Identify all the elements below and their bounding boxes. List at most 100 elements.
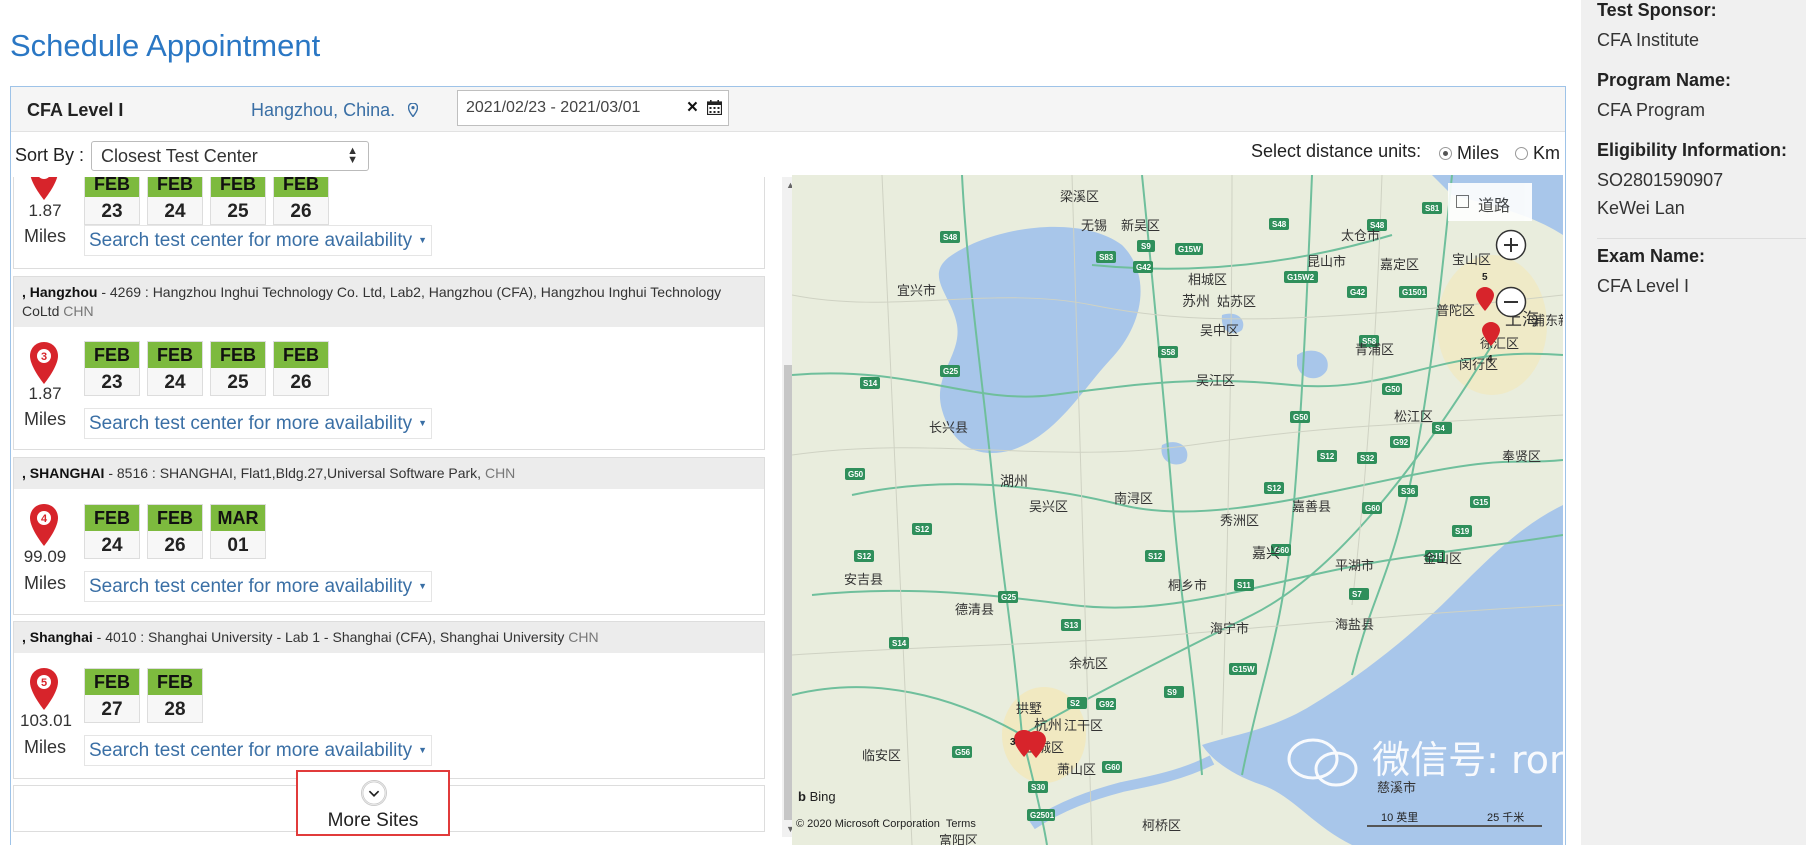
date-month: MAR [211,505,265,531]
svg-text:3: 3 [1010,737,1016,748]
panel-header: CFA Level I Hangzhou, China. 2021/02/23 … [11,87,1565,132]
svg-text:S12: S12 [857,552,872,561]
date-option[interactable]: FEB 27 [84,668,140,723]
road-toggle-button[interactable]: 道路 [1448,183,1532,221]
map-label: 松江区 [1394,410,1433,425]
date-month: FEB [211,177,265,197]
svg-text:S83: S83 [1099,253,1114,262]
center-city: , Hangzhou [22,284,98,300]
chevron-down-icon [361,780,387,806]
date-option[interactable]: FEB 28 [147,668,203,723]
dropdown-caret-icon: ▼ [418,745,428,755]
svg-text:G92: G92 [1393,438,1409,447]
distance-value: 99.09 [23,547,67,566]
map-view[interactable]: S48 S83 S9 G15W G42 G15W2 G1501 G42 S81 … [792,175,1563,845]
map-marker-icon: 5 [30,668,58,710]
watermark: 微信号: rongshicfa [1286,729,1563,789]
date-option[interactable]: FEB 25 [210,177,266,225]
clear-date-icon[interactable]: × [687,97,698,119]
marker-number: 5 [41,677,47,689]
svg-text:S58: S58 [1161,348,1176,357]
svg-text:S48: S48 [943,233,958,242]
date-option[interactable]: FEB 24 [84,504,140,559]
eligibility-id: SO2801590907 [1597,170,1724,190]
date-option[interactable]: FEB 24 [147,341,203,396]
distance-units-label: Select distance units: [1251,141,1422,161]
result-card: , Shanghai - 4010 : Shanghai University … [13,621,765,779]
map-attribution: © 2020 Microsoft Corporation Terms [796,818,976,830]
candidate-name: KeWei Lan [1597,198,1685,218]
availability-dropdown[interactable]: Search test center for more availability… [84,408,433,439]
divider [1597,238,1806,239]
zoom-out-icon[interactable] [1495,286,1527,318]
map-label: 吴兴区 [1029,500,1068,515]
map-pin-icon [408,103,419,117]
svg-text:S12: S12 [1267,484,1282,493]
date-day: 24 [164,201,186,222]
unit-miles-radio[interactable]: Miles [1439,143,1499,164]
location-label[interactable]: Hangzhou, China. [251,100,419,121]
date-day: 24 [164,372,186,393]
results-list[interactable]: 2 1.87 Miles FEB 23 FEB 24 FEB 25 FEB 26 Sea… [13,177,778,846]
date-option[interactable]: FEB 26 [147,504,203,559]
center-country: CHN [484,465,516,481]
svg-text:G60: G60 [1365,504,1381,513]
date-day: 26 [290,201,312,222]
map-label: 海宁市 [1210,621,1249,637]
marker-number: 4 [41,513,48,525]
date-option[interactable]: MAR 01 [210,504,266,559]
scale-left: 10 英里 [1381,812,1419,824]
date-month: FEB [148,342,202,368]
svg-text:G15W: G15W [1232,665,1255,674]
map-label: 海盐县 [1335,618,1374,633]
svg-text:G60: G60 [1105,763,1121,772]
date-option[interactable]: FEB 23 [84,177,140,225]
wechat-icon [1286,737,1360,789]
zoom-in-icon[interactable] [1495,229,1527,261]
date-option[interactable]: FEB 26 [273,341,329,396]
map-label: 拱墅 [1016,702,1042,717]
date-option[interactable]: FEB 26 [273,177,329,225]
test-center-title: , SHANGHAI - 8516 : SHANGHAI, Flat1,Bldg… [14,458,764,489]
unit-miles-label: Miles [1457,143,1500,163]
unit-km-radio[interactable]: Km [1515,143,1560,164]
terms-link[interactable]: Terms [946,818,976,830]
date-option[interactable]: FEB 24 [147,177,203,225]
svg-text:S4: S4 [1435,424,1445,433]
location-text: Hangzhou, China. [251,100,396,120]
eligibility-label: Eligibility Information: [1597,140,1787,160]
map-label: 嘉兴 [1252,546,1280,562]
svg-text:4: 4 [1487,354,1493,365]
center-city: , Shanghai [22,629,93,645]
more-sites-button[interactable]: More Sites [296,770,450,836]
availability-dropdown[interactable]: Search test center for more availability… [84,571,433,602]
availability-dropdown[interactable]: Search test center for more availability… [84,735,433,766]
svg-text:S7: S7 [1352,590,1362,599]
svg-text:S14: S14 [892,639,907,648]
date-option[interactable]: FEB 25 [210,341,266,396]
calendar-icon[interactable] [707,100,722,115]
date-day: 23 [101,201,123,222]
distance-value: 103.01 [20,711,72,730]
svg-text:G25: G25 [943,367,959,376]
map-label: 无锡 [1081,219,1107,234]
center-detail: - 4010 : Shanghai University - Lab 1 - S… [92,629,565,645]
date-day: 25 [227,372,249,393]
map-label: 吴中区 [1200,324,1239,339]
map-label: 宜兴市 [897,283,936,299]
availability-link: Search test center for more availability [89,740,413,761]
map-label: 普陀区 [1436,303,1475,319]
distance-unit: Miles [24,573,67,593]
sort-select[interactable]: Closest Test Center ▲ ▼ [91,141,369,171]
availability-dropdown[interactable]: Search test center for more availability… [84,225,433,256]
date-option[interactable]: FEB 23 [84,341,140,396]
map-label: 浦东新区 [1532,313,1563,329]
svg-text:G1501: G1501 [1402,288,1427,297]
svg-text:S12: S12 [915,525,930,534]
map-label: 苏州 [1182,294,1210,310]
map-label: 青浦区 [1355,343,1394,358]
date-range-input[interactable]: 2021/02/23 - 2021/03/01 × [457,90,729,126]
svg-text:G42: G42 [1350,288,1366,297]
date-day: 23 [101,372,123,393]
map-label: 南浔区 [1114,491,1153,507]
